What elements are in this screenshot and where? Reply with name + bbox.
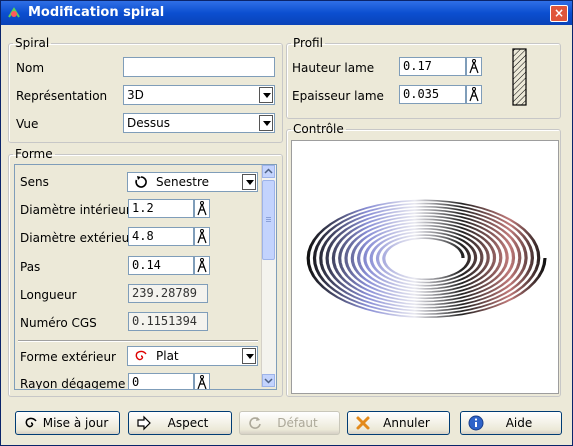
spiral-render [306, 199, 547, 319]
nom-input[interactable] [123, 57, 275, 77]
aide-button[interactable]: Aide [460, 411, 562, 435]
compass-icon[interactable] [194, 199, 210, 218]
window-title: Modification spiral [28, 5, 165, 20]
vue-value: Dessus [127, 116, 170, 130]
aide-label: Aide [505, 416, 533, 430]
defaut-label: Défaut [277, 416, 318, 430]
sens-label: Sens [20, 175, 49, 189]
forme-exterieur-label: Forme extérieur [20, 350, 116, 364]
scroll-up-button[interactable] [262, 165, 275, 178]
spiral-app-icon [8, 7, 20, 18]
representation-select[interactable]: 3D [123, 85, 275, 105]
forme-exterieur-select[interactable]: Plat [127, 346, 258, 366]
vue-select[interactable]: Dessus [123, 113, 275, 133]
forme-legend: Forme [15, 147, 53, 161]
scroll-thumb[interactable] [262, 180, 275, 260]
annuler-label: Annuler [383, 416, 430, 430]
hauteur-lame-input[interactable]: 0.17 [399, 57, 466, 76]
rayon-degagement-label: Rayon dégageme [20, 377, 126, 390]
epaisseur-lame-input[interactable]: 0.035 [399, 85, 466, 104]
nom-label: Nom [16, 61, 45, 75]
divider [18, 340, 258, 342]
close-button[interactable]: × [550, 5, 568, 22]
sens-select[interactable]: Senestre [127, 172, 258, 192]
controle-legend: Contrôle [293, 122, 344, 136]
epaisseur-lame-label: Epaisseur lame [292, 89, 384, 103]
diametre-exterieur-input[interactable]: 4.8 [128, 227, 194, 246]
blade-profile-icon [512, 48, 527, 106]
compass-icon[interactable] [194, 373, 210, 389]
annuler-button[interactable]: Annuler [347, 411, 450, 435]
scroll-down-button[interactable] [262, 374, 275, 387]
compass-icon[interactable] [466, 57, 482, 76]
diametre-interieur-label: Diamètre intérieur [20, 203, 131, 217]
vue-label: Vue [16, 117, 39, 131]
diametre-interieur-input[interactable]: 1.2 [128, 199, 194, 218]
pas-input[interactable]: 0.14 [128, 256, 194, 275]
forme-scroll-panel[interactable]: Sens Senestre Diamètre intérieur 1.2 Dia… [14, 164, 277, 390]
mise-a-jour-button[interactable]: Mise à jour [15, 411, 120, 435]
pas-label: Pas [20, 260, 41, 274]
diametre-exterieur-label: Diamètre extérieur [20, 231, 135, 245]
spiral-icon [135, 350, 147, 361]
numero-cgs-value: 0.1151394 [128, 312, 208, 331]
chevron-down-icon[interactable] [259, 115, 273, 131]
forme-exterieur-value: Plat [156, 349, 179, 363]
longueur-label: Longueur [20, 288, 77, 302]
compass-icon[interactable] [194, 227, 210, 246]
profil-legend: Profil [293, 36, 323, 50]
sens-value: Senestre [156, 175, 209, 189]
rayon-degagement-input[interactable]: 0 [128, 373, 194, 389]
title-bar[interactable]: Modification spiral × [1, 1, 572, 25]
representation-label: Représentation [16, 89, 108, 103]
spiral-legend: Spiral [15, 36, 50, 50]
longueur-value: 239.28789 [128, 284, 208, 303]
aspect-button[interactable]: Aspect [128, 411, 232, 435]
numero-cgs-label: Numéro CGS [20, 316, 97, 330]
defaut-button[interactable]: Défaut [239, 411, 340, 435]
rotate-left-icon [135, 176, 147, 188]
chevron-down-icon[interactable] [242, 174, 256, 190]
chevron-down-icon[interactable] [242, 348, 256, 364]
representation-value: 3D [127, 88, 144, 102]
compass-icon[interactable] [466, 85, 482, 104]
aspect-label: Aspect [167, 416, 209, 430]
compass-icon[interactable] [194, 256, 210, 275]
vertical-scrollbar[interactable] [261, 165, 276, 387]
hauteur-lame-label: Hauteur lame [292, 61, 375, 75]
spiral-3d-preview[interactable] [291, 140, 559, 394]
chevron-down-icon[interactable] [259, 87, 273, 103]
mise-a-jour-label: Mise à jour [42, 416, 109, 430]
dialog-window: Modification spiral × Spiral Nom Représe… [0, 0, 573, 446]
